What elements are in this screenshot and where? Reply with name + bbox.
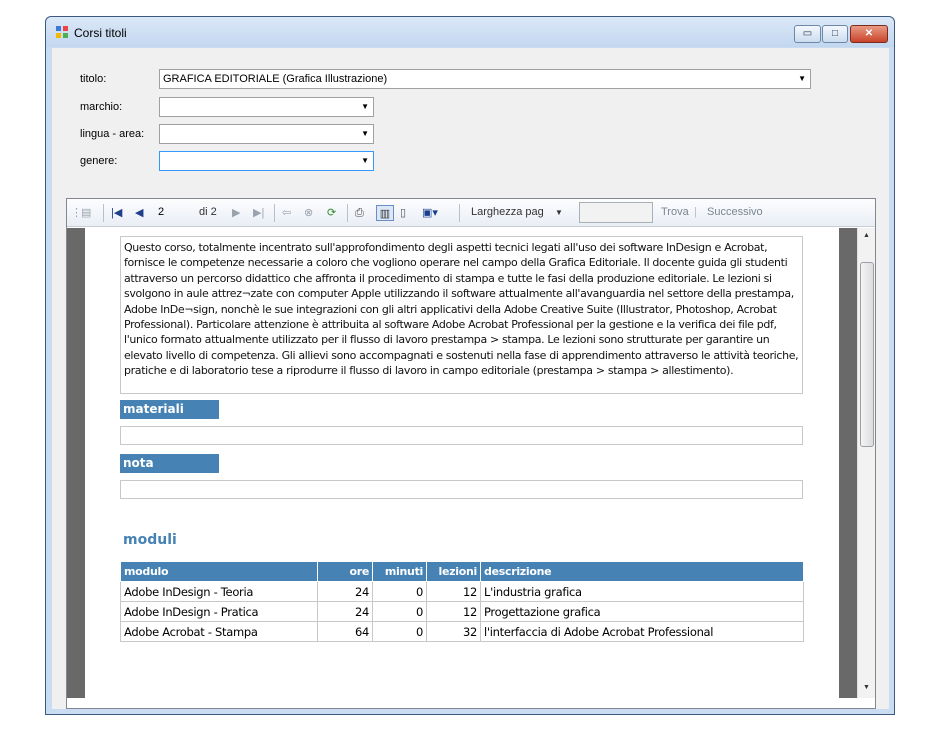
genere-combo[interactable]: ▼	[159, 151, 374, 171]
title-bar[interactable]: Corsi titoli ▭ □ ✕	[46, 17, 894, 47]
column-header: ore	[317, 561, 373, 582]
report-toolbar: ⋮ ▤ |◀ ◀ 2 di 2 ▶ ▶| ⇦ ⊗ ⟳ ⎙ ▥ ▯ ▣▾ Larg…	[67, 199, 875, 227]
next-page-icon[interactable]: ▶	[232, 205, 240, 221]
close-icon: ✕	[864, 28, 874, 39]
page-count: di 2	[199, 206, 217, 218]
toolbar-separator	[103, 204, 104, 222]
toolbar-separator	[274, 204, 275, 222]
maximize-button[interactable]: □	[822, 25, 848, 43]
titolo-label: titolo:	[80, 73, 107, 85]
report-area: Questo corso, totalmente incentrato sull…	[67, 228, 857, 698]
app-window: Corsi titoli ▭ □ ✕ titolo: GRAFICA EDITO…	[45, 16, 895, 715]
titolo-combo[interactable]: GRAFICA EDITORIALE (Grafica Illustrazion…	[159, 69, 811, 89]
materiali-value	[120, 426, 803, 445]
table-cell: 12	[426, 581, 481, 602]
column-header: minuti	[372, 561, 427, 582]
first-page-icon[interactable]: |◀	[111, 205, 122, 221]
column-header: modulo	[120, 561, 318, 582]
table-cell: Adobe InDesign - Pratica	[120, 601, 318, 622]
scroll-down-icon[interactable]: ▼	[863, 684, 870, 691]
table-cell: 0	[372, 621, 427, 642]
table-cell: 24	[317, 601, 373, 622]
lingua-combo[interactable]: ▼	[159, 124, 374, 144]
lingua-label: lingua - area:	[80, 128, 145, 140]
page-setup-icon[interactable]: ▯	[400, 205, 406, 221]
minimize-button[interactable]: ▭	[794, 25, 821, 43]
chevron-down-icon[interactable]: ▼	[361, 152, 369, 170]
table-cell: 0	[372, 601, 427, 622]
document-map-icon[interactable]: ▤	[81, 205, 91, 221]
nota-header: nota	[120, 454, 219, 473]
scroll-up-icon[interactable]: ▲	[863, 232, 870, 239]
form-client-area: titolo: GRAFICA EDITORIALE (Grafica Illu…	[52, 48, 889, 709]
table-row: Adobe InDesign - Pratica 24 0 12 Progett…	[120, 601, 804, 622]
scroll-thumb[interactable]	[860, 262, 874, 447]
table-row: Adobe Acrobat - Stampa 64 0 32 l'interfa…	[120, 621, 804, 642]
table-cell: Adobe Acrobat - Stampa	[120, 621, 318, 642]
genere-label: genere:	[80, 155, 118, 167]
nota-value	[120, 480, 803, 499]
course-description: Questo corso, totalmente incentrato sull…	[120, 236, 803, 394]
export-icon[interactable]: ▣▾	[422, 205, 438, 221]
column-header: descrizione	[480, 561, 804, 582]
table-cell: 0	[372, 581, 427, 602]
vertical-scrollbar[interactable]: ▲ ▼	[857, 228, 875, 698]
table-cell: L'industria grafica	[480, 581, 804, 602]
moduli-table: modulo ore minuti lezioni descrizione Ad…	[120, 561, 804, 642]
table-cell: 64	[317, 621, 373, 642]
table-cell: 24	[317, 581, 373, 602]
find-input[interactable]	[579, 202, 653, 223]
refresh-icon[interactable]: ⟳	[327, 205, 336, 221]
table-cell: 32	[426, 621, 481, 642]
table-cell: Progettazione grafica	[480, 601, 804, 622]
titolo-value: GRAFICA EDITORIALE (Grafica Illustrazion…	[163, 73, 388, 85]
maximize-icon: □	[831, 28, 839, 39]
app-icon	[56, 26, 68, 38]
toolbar-separator	[459, 204, 460, 222]
table-header-row: modulo ore minuti lezioni descrizione	[120, 561, 804, 582]
toolbar-separator	[347, 204, 348, 222]
window-title: Corsi titoli	[74, 26, 127, 40]
stop-icon[interactable]: ⊗	[304, 205, 313, 221]
marchio-label: marchio:	[80, 101, 123, 113]
previous-page-icon[interactable]: ◀	[135, 205, 143, 221]
zoom-select[interactable]: Larghezza pag	[471, 206, 544, 218]
table-cell: 12	[426, 601, 481, 622]
close-button[interactable]: ✕	[850, 25, 888, 43]
find-button[interactable]: Trova	[661, 206, 689, 218]
print-icon[interactable]: ⎙	[355, 205, 364, 221]
chevron-down-icon[interactable]: ▼	[361, 98, 369, 116]
current-page-input[interactable]: 2	[153, 203, 191, 222]
toolbar-separator: |	[694, 206, 697, 218]
back-icon[interactable]: ⇦	[282, 205, 291, 221]
materiali-header: materiali	[120, 400, 219, 419]
table-row: Adobe InDesign - Teoria 24 0 12 L'indust…	[120, 581, 804, 602]
chevron-down-icon[interactable]: ▼	[798, 70, 806, 88]
report-viewer: ⋮ ▤ |◀ ◀ 2 di 2 ▶ ▶| ⇦ ⊗ ⟳ ⎙ ▥ ▯ ▣▾ Larg…	[66, 198, 876, 709]
last-page-icon[interactable]: ▶|	[253, 205, 264, 221]
chevron-down-icon[interactable]: ▼	[555, 205, 563, 221]
report-page: Questo corso, totalmente incentrato sull…	[85, 228, 839, 698]
chevron-down-icon[interactable]: ▼	[361, 125, 369, 143]
column-header: lezioni	[426, 561, 481, 582]
marchio-combo[interactable]: ▼	[159, 97, 374, 117]
print-layout-icon[interactable]: ▥	[376, 205, 394, 221]
table-cell: Adobe InDesign - Teoria	[120, 581, 318, 602]
find-next-button[interactable]: Successivo	[707, 206, 763, 218]
moduli-title: moduli	[123, 532, 177, 548]
table-cell: l'interfaccia di Adobe Acrobat Professio…	[480, 621, 804, 642]
minimize-icon: ▭	[802, 28, 813, 39]
